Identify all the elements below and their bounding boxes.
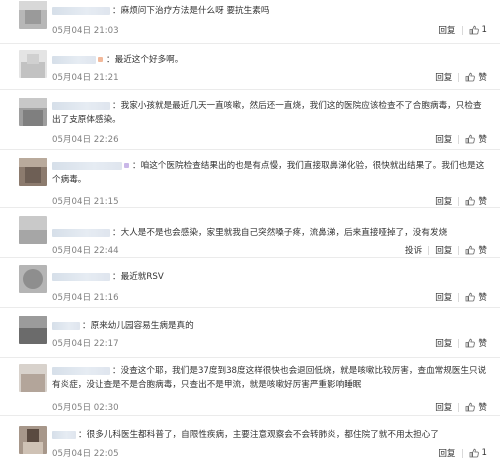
thumbs-up-icon[interactable] <box>465 292 476 302</box>
avatar[interactable] <box>19 265 47 293</box>
divider <box>461 25 463 35</box>
comment-item: ：最近就RSV 05月04日 21:16 回复 赞 <box>0 258 500 308</box>
timestamp: 05月05日 02:30 <box>52 403 119 413</box>
comment-item: ：最近这个好多啊。 05月04日 21:21 回复 赞 <box>0 44 500 90</box>
avatar[interactable] <box>19 50 47 78</box>
like-count: 赞 <box>478 403 487 413</box>
username[interactable] <box>52 55 96 64</box>
avatar[interactable] <box>19 98 47 126</box>
comment-text: ：原来幼儿园容易生病是真的 <box>52 319 488 333</box>
comment-content: 最近这个好多啊。 <box>114 55 184 65</box>
comment-text: ：大人是不是也会感染，家里就我自己突然嗓子疼，流鼻涕，后来直接哑掉了，没有发烧 <box>52 226 488 240</box>
divider <box>428 245 430 255</box>
username[interactable] <box>52 366 110 375</box>
comment-item: ：麻烦问下治疗方法是什么呀 要抗生素吗 05月04日 21:03 回复 1 <box>0 0 500 44</box>
like-count: 1 <box>481 448 487 458</box>
like-count: 赞 <box>478 73 487 83</box>
comment-item: ：我家小孩就是最近几天一直咳嗽，然后还一直烧，我们这的医院应该检查不了合胞病毒，… <box>0 90 500 150</box>
reply-link[interactable]: 回复 <box>435 291 452 303</box>
comment-item: ：大人是不是也会感染，家里就我自己突然嗓子疼，流鼻涕，后来直接哑掉了，没有发烧 … <box>0 208 500 258</box>
reply-link[interactable]: 回复 <box>435 133 452 145</box>
like-count: 赞 <box>478 135 487 145</box>
username[interactable] <box>52 228 110 237</box>
comment-text: ：很多儿科医生都科普了，自限性疾病，主要注意观察会不会转肺炎，都住院了就不用太担… <box>52 428 488 442</box>
reply-link[interactable]: 回复 <box>435 401 452 413</box>
divider <box>461 448 463 458</box>
comment-text: ：我家小孩就是最近几天一直咳嗽，然后还一直烧，我们这的医院应该检查不了合胞病毒，… <box>52 101 482 125</box>
divider <box>458 402 460 412</box>
timestamp: 05月04日 21:15 <box>52 197 119 207</box>
comment-item: ：很多儿科医生都科普了，自限性疾病，主要注意观察会不会转肺炎，都住院了就不用太担… <box>0 416 500 470</box>
comment-text: ：最近就RSV <box>52 270 488 284</box>
like-count: 赞 <box>478 293 487 303</box>
avatar[interactable] <box>19 216 47 244</box>
thumbs-up-icon[interactable] <box>469 25 479 35</box>
reply-link[interactable]: 回复 <box>435 244 452 256</box>
timestamp: 05月04日 22:26 <box>52 135 119 145</box>
comment-content: 麻烦问下治疗方法是什么呀 要抗生素吗 <box>120 6 270 16</box>
reply-link[interactable]: 回复 <box>438 24 455 36</box>
comment-item: ：原来幼儿园容易生病是真的 05月04日 22:17 回复 赞 <box>0 308 500 358</box>
thumbs-up-icon[interactable] <box>469 448 479 458</box>
comment-content: 很多儿科医生都科普了，自限性疾病，主要注意观察会不会转肺炎，都住院了就不用太担心… <box>86 430 439 440</box>
timestamp: 05月04日 22:17 <box>52 339 119 349</box>
timestamp: 05月04日 21:03 <box>52 26 119 36</box>
comment-content: 大人是不是也会感染，家里就我自己突然嗓子疼，流鼻涕，后来直接哑掉了，没有发烧 <box>120 228 448 238</box>
member-badge <box>124 163 129 168</box>
username[interactable] <box>52 6 110 15</box>
thumbs-up-icon[interactable] <box>465 245 476 255</box>
avatar[interactable] <box>19 158 47 186</box>
member-badge <box>98 57 103 62</box>
avatar[interactable] <box>19 364 47 392</box>
thumbs-up-icon[interactable] <box>465 338 476 348</box>
avatar[interactable] <box>19 426 47 454</box>
timestamp: 05月04日 22:05 <box>52 449 119 459</box>
thumbs-up-icon[interactable] <box>465 72 476 82</box>
comment-text: ：咱这个医院检查结果出的也是有点慢，我们直接取鼻涕化验，很快就出结果了。我们也是… <box>52 161 485 185</box>
avatar[interactable] <box>19 1 47 29</box>
like-count: 赞 <box>478 246 487 256</box>
comment-list: ：麻烦问下治疗方法是什么呀 要抗生素吗 05月04日 21:03 回复 1 ：最… <box>0 0 500 470</box>
username[interactable] <box>52 321 80 330</box>
comment-text: ：没查这个耶，我们是37度到38度这样很快也会退回低烧，就是咳嗽比较厉害，查血常… <box>52 366 487 390</box>
like-count: 赞 <box>478 339 487 349</box>
username[interactable] <box>52 161 122 170</box>
thumbs-up-icon[interactable] <box>465 134 476 144</box>
like-count: 1 <box>481 25 487 35</box>
divider <box>458 245 460 255</box>
divider <box>458 338 460 348</box>
divider <box>458 292 460 302</box>
thumbs-up-icon[interactable] <box>465 196 476 206</box>
divider <box>458 196 460 206</box>
divider <box>458 134 460 144</box>
username[interactable] <box>52 430 76 439</box>
timestamp: 05月04日 22:44 <box>52 246 119 256</box>
comment-text: ：麻烦问下治疗方法是什么呀 要抗生素吗 <box>52 4 488 18</box>
reply-link[interactable]: 回复 <box>438 447 455 459</box>
comment-item: ：没查这个耶，我们是37度到38度这样很快也会退回低烧，就是咳嗽比较厉害，查血常… <box>0 358 500 416</box>
like-count: 赞 <box>478 197 487 207</box>
comment-content: 最近就RSV <box>120 272 164 282</box>
timestamp: 05月04日 21:21 <box>52 73 119 83</box>
reply-link[interactable]: 回复 <box>435 337 452 349</box>
comment-text: ：最近这个好多啊。 <box>52 53 488 67</box>
comment-content: 原来幼儿园容易生病是真的 <box>90 321 194 331</box>
username[interactable] <box>52 101 110 110</box>
reply-link[interactable]: 回复 <box>435 195 452 207</box>
report-link[interactable]: 投诉 <box>405 244 422 256</box>
divider <box>458 72 460 82</box>
thumbs-up-icon[interactable] <box>465 402 476 412</box>
comment-item: ：咱这个医院检查结果出的也是有点慢，我们直接取鼻涕化验，很快就出结果了。我们也是… <box>0 150 500 208</box>
reply-link[interactable]: 回复 <box>435 71 452 83</box>
avatar[interactable] <box>19 316 47 344</box>
timestamp: 05月04日 21:16 <box>52 293 119 303</box>
username[interactable] <box>52 272 110 281</box>
